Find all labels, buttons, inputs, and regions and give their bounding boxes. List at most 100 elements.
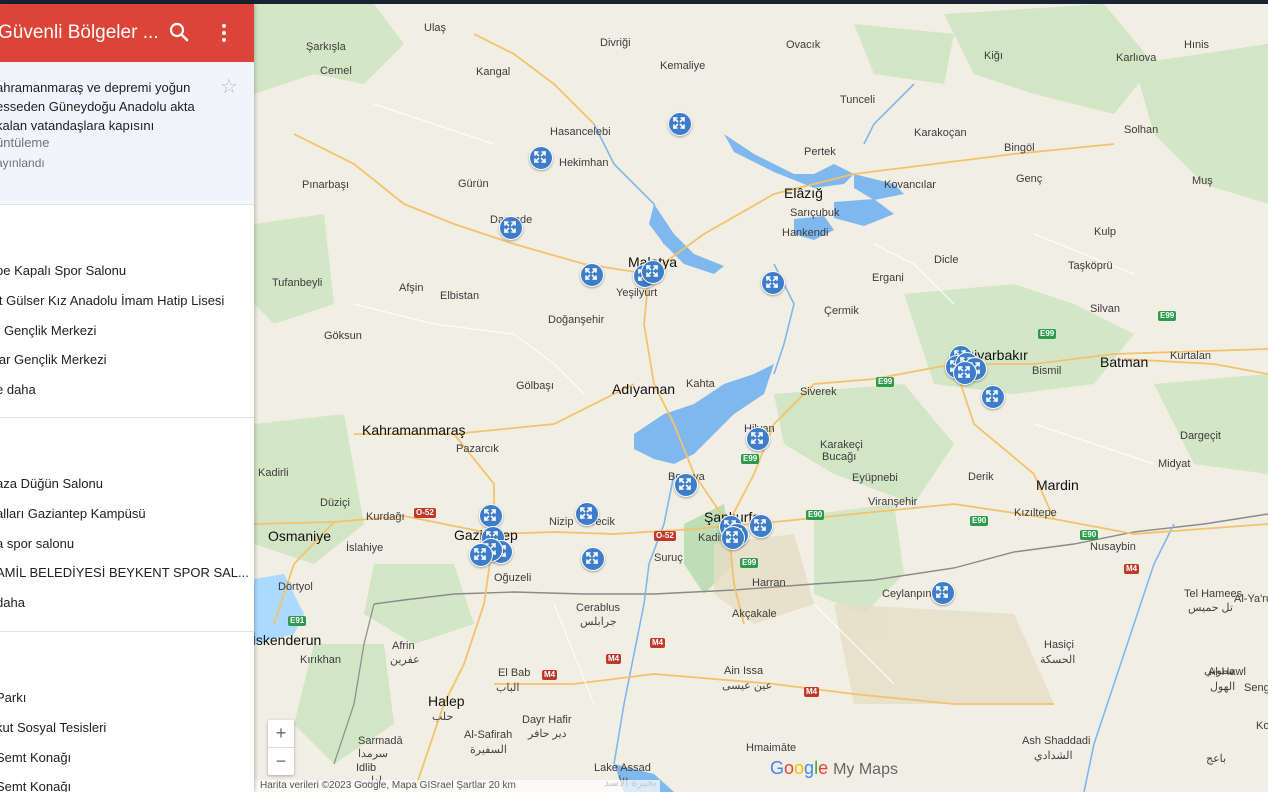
place-label: Afrin bbox=[392, 640, 415, 652]
safe-zone-marker-icon[interactable] bbox=[469, 543, 493, 567]
safe-zone-marker-icon[interactable] bbox=[479, 504, 503, 528]
safe-zone-marker-icon[interactable] bbox=[981, 385, 1005, 409]
list-item[interactable]: a spor salonu bbox=[0, 536, 74, 551]
place-label: Kiğı bbox=[984, 50, 1003, 62]
place-label: Afşin bbox=[399, 282, 424, 294]
city-label: Batman bbox=[1100, 354, 1149, 370]
layer-section: Parkı kut Sosyal Tesisleri Semt Konağı S… bbox=[0, 632, 254, 792]
place-label: Viranşehir bbox=[868, 496, 918, 508]
arabic-place-label: دير حافر bbox=[528, 728, 567, 740]
more-items-link[interactable]: e daha bbox=[0, 382, 36, 397]
city-label: Halep bbox=[428, 693, 465, 709]
safe-zone-marker-icon[interactable] bbox=[581, 547, 605, 571]
road-shield: E99 bbox=[740, 558, 759, 568]
view-count: üntüleme bbox=[0, 135, 50, 150]
list-item[interactable]: Semt Konağı bbox=[0, 750, 71, 765]
place-label: Al-Safirah bbox=[464, 729, 513, 741]
safe-zone-marker-icon[interactable] bbox=[575, 502, 599, 526]
map-title[interactable]: Güvenli Bölgeler ... bbox=[0, 22, 159, 44]
road-shield: E99 bbox=[1038, 329, 1057, 339]
place-label: Kurtalan bbox=[1170, 350, 1211, 362]
place-label: Dicle bbox=[934, 254, 959, 266]
safe-zone-marker-icon[interactable] bbox=[499, 216, 523, 240]
arabic-place-label: باعج bbox=[1206, 753, 1227, 765]
place-label: Bingöl bbox=[1004, 142, 1035, 154]
list-item[interactable]: Semt Konağı bbox=[0, 779, 71, 792]
place-label: Derik bbox=[968, 471, 994, 483]
more-options-icon[interactable] bbox=[214, 21, 234, 45]
more-items-link[interactable]: daha bbox=[0, 595, 25, 610]
place-label: Kemaliye bbox=[660, 60, 706, 72]
map-legend-panel: Güvenli Bölgeler ... ahramanmaraş ve dep… bbox=[0, 4, 254, 792]
place-label: Hınis bbox=[1184, 39, 1210, 51]
list-item[interactable]: AMİL BELEDİYESİ BEYKENT SPOR SAL... bbox=[0, 565, 249, 580]
zoom-in-button[interactable]: + bbox=[268, 720, 294, 748]
safe-zone-marker-icon[interactable] bbox=[668, 112, 692, 136]
list-item[interactable]: aza Düğün Salonu bbox=[0, 476, 103, 491]
road-shield: M4 bbox=[606, 654, 622, 664]
place-label: Kulp bbox=[1094, 226, 1117, 238]
safe-zone-marker-icon[interactable] bbox=[674, 473, 698, 497]
city-label: Osmaniye bbox=[268, 528, 332, 544]
safe-zone-marker-icon[interactable] bbox=[761, 271, 785, 295]
place-label: Tunceli bbox=[840, 94, 876, 106]
place-label: Gürün bbox=[458, 178, 489, 190]
place-label: Dargeçit bbox=[1180, 430, 1221, 442]
place-label: Kangal bbox=[476, 66, 511, 78]
road-shield: E99 bbox=[876, 377, 895, 387]
place-label: Pınarbaşı bbox=[302, 179, 350, 191]
place-label: Elbistan bbox=[440, 290, 480, 302]
list-item[interactable]: pe Kapalı Spor Salonu bbox=[0, 263, 126, 278]
place-label: Idlib bbox=[356, 762, 377, 774]
safe-zone-marker-icon[interactable] bbox=[746, 427, 770, 451]
place-label: Sarmadā bbox=[358, 735, 403, 747]
place-label: Koch bbox=[1256, 720, 1268, 732]
safe-zone-marker-icon[interactable] bbox=[749, 514, 773, 538]
place-label: Ergani bbox=[872, 272, 904, 284]
map-canvas[interactable]: Ulaş Divriği Ovacık Hınis Şarkışla Kiğı Karlıo… bbox=[254, 4, 1268, 792]
place-label: İslahiye bbox=[346, 542, 384, 554]
search-icon[interactable] bbox=[168, 21, 190, 43]
list-item[interactable]: alları Gaziantep Kampüsü bbox=[0, 506, 146, 521]
place-label: Cerablus bbox=[576, 602, 621, 614]
place-label: Kurdağı bbox=[366, 511, 405, 523]
place-label: Hmaimāte bbox=[746, 742, 797, 754]
description-text: ahramanmaraş ve depremi yoğun esseden Gü… bbox=[0, 80, 195, 133]
road-shield: O-52 bbox=[414, 508, 436, 518]
place-label: Kızıltepe bbox=[1014, 507, 1057, 519]
list-item[interactable]: kut Sosyal Tesisleri bbox=[0, 720, 106, 735]
place-label: Kadirli bbox=[258, 467, 289, 479]
map-description: ahramanmaraş ve depremi yoğun esseden Gü… bbox=[0, 62, 254, 205]
layer-section: aza Düğün Salonu alları Gaziantep Kampüs… bbox=[0, 418, 254, 632]
arabic-place-label: الهول bbox=[1210, 681, 1236, 693]
city-label: Elâzığ bbox=[784, 185, 823, 201]
google-my-maps-logo: Google My Maps bbox=[770, 758, 898, 778]
place-label: El Bab bbox=[498, 667, 531, 679]
safe-zone-marker-icon[interactable] bbox=[641, 260, 665, 284]
road-shield: M4 bbox=[804, 687, 820, 697]
place-label: Ash Shaddadi bbox=[1022, 735, 1091, 747]
safe-zone-marker-icon[interactable] bbox=[931, 581, 955, 605]
list-item[interactable]: Parkı bbox=[0, 690, 26, 705]
arabic-place-label: الحسكة bbox=[1040, 654, 1076, 666]
place-label: Pazarcık bbox=[456, 443, 499, 455]
road-shield: M4 bbox=[650, 638, 666, 648]
layer-section: pe Kapalı Spor Salonu it Gülser Kız Anad… bbox=[0, 205, 254, 418]
list-item[interactable]: r Gençlik Merkezi bbox=[0, 323, 96, 338]
place-label: Kahta bbox=[686, 378, 715, 390]
place-label: Eyüpnebi bbox=[852, 472, 898, 484]
list-item[interactable]: it Gülser Kız Anadolu İmam Hatip Lisesi bbox=[0, 293, 224, 308]
star-icon[interactable]: ☆ bbox=[220, 74, 238, 99]
safe-zone-marker-icon[interactable] bbox=[529, 146, 553, 170]
place-label: Silvan bbox=[1090, 303, 1120, 315]
place-label: Lake Assad bbox=[594, 762, 651, 774]
zoom-out-button[interactable]: − bbox=[268, 748, 294, 775]
safe-zone-marker-icon[interactable] bbox=[953, 361, 977, 385]
safe-zone-marker-icon[interactable] bbox=[721, 526, 745, 550]
list-item[interactable]: lar Gençlik Merkezi bbox=[0, 352, 107, 367]
road-shield: E90 bbox=[1080, 530, 1099, 540]
place-label: Ulaş bbox=[424, 22, 447, 34]
city-label: Kahramanmaraş bbox=[362, 422, 466, 438]
safe-zone-marker-icon[interactable] bbox=[580, 263, 604, 287]
place-label: Bismil bbox=[1032, 365, 1062, 377]
